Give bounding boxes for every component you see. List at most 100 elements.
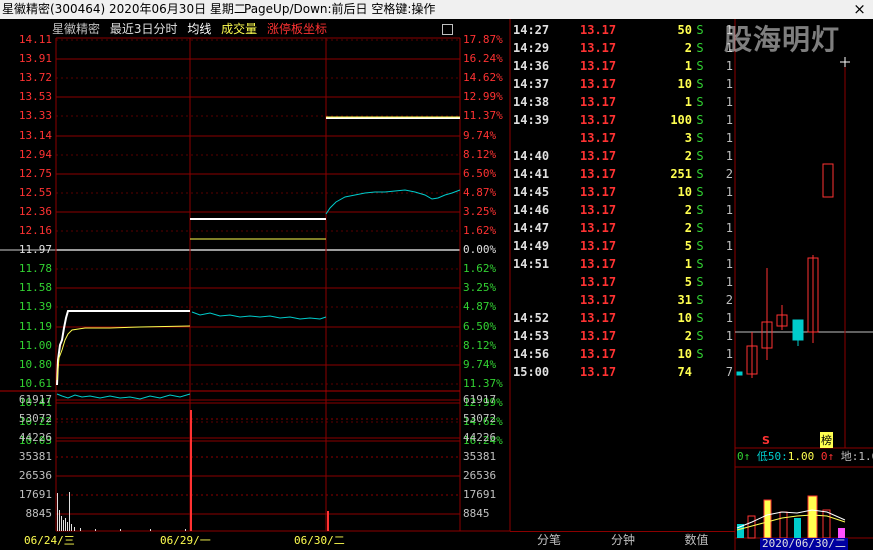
volume-label-right: 53072	[463, 412, 497, 425]
tick-volume: 100	[670, 113, 692, 127]
tick-volume: 2	[684, 149, 692, 163]
tick-volume: 1	[684, 59, 692, 73]
volume-label-right: 17691	[463, 488, 497, 501]
cyan-line-day1	[56, 393, 191, 400]
price-line-day1	[56, 310, 190, 386]
tick-price: 13.17	[580, 77, 617, 91]
stat-low: 低50	[756, 450, 782, 463]
pct-label: 6.50%	[463, 167, 497, 180]
tick-volume: 74	[677, 365, 692, 379]
tick-price: 13.17	[580, 293, 617, 307]
tick-volume: 50	[677, 23, 692, 37]
tick-time: 14:29	[513, 41, 550, 55]
tick-count: 1	[725, 257, 733, 271]
price-label: 13.33	[18, 109, 52, 122]
kline-candles	[736, 163, 834, 378]
tick-price: 13.17	[580, 257, 617, 271]
chart-graphics	[0, 19, 873, 550]
stat-di: 地	[840, 450, 852, 463]
cyan-line-day3	[325, 189, 461, 215]
tab-minute[interactable]: 分钟	[588, 531, 658, 550]
tick-price: 13.17	[580, 41, 617, 55]
tick-volume: 2	[684, 203, 692, 217]
tick-side: S	[696, 167, 704, 181]
tick-price: 13.17	[580, 347, 617, 361]
pct-label: 11.37%	[463, 377, 503, 390]
tick-side: S	[696, 329, 704, 343]
tick-time: 14:56	[513, 347, 550, 361]
price-label: 11.39	[18, 300, 52, 313]
price-label: 11.19	[18, 320, 52, 333]
pct-label: 16.24%	[463, 52, 503, 65]
tick-side: S	[696, 113, 704, 127]
tab-values[interactable]: 数值	[658, 531, 735, 550]
volume-label-left: 26536	[18, 469, 52, 482]
volume-label-right: 35381	[463, 450, 497, 463]
stat-zero: 0	[737, 450, 744, 463]
tick-side: S	[696, 239, 704, 253]
tick-volume: 31	[677, 293, 692, 307]
tick-volume: 5	[684, 275, 692, 289]
price-label: 12.16	[18, 224, 52, 237]
tick-price: 13.17	[580, 131, 617, 145]
tick-price: 13.17	[580, 239, 617, 253]
tick-count: 1	[725, 59, 733, 73]
price-label: 12.75	[18, 167, 52, 180]
tick-time: 14:47	[513, 221, 550, 235]
tick-time: 14:36	[513, 59, 550, 73]
tick-volume: 10	[677, 77, 692, 91]
tick-price: 13.17	[580, 203, 617, 217]
pct-label: 12.99%	[463, 90, 503, 103]
volume-label-left: 61917	[18, 393, 52, 406]
tick-count: 1	[725, 203, 733, 217]
tick-side: S	[696, 77, 704, 91]
arrow-up-icon-2: ↑	[827, 450, 835, 463]
tick-count: 1	[725, 329, 733, 343]
volume-bars	[57, 492, 186, 531]
tick-count: 1	[725, 149, 733, 163]
tick-volume: 5	[684, 239, 692, 253]
pct-label: 1.62%	[463, 224, 497, 237]
watermark: 股海明灯	[724, 23, 841, 56]
price-label: 13.72	[18, 71, 52, 84]
tick-count: 1	[725, 77, 733, 91]
tick-price: 13.17	[580, 365, 617, 379]
price-label: 13.14	[18, 129, 52, 142]
tick-time: 14:27	[513, 23, 550, 37]
tick-list[interactable]: 14:27 13.17 50 S 1 14:29 13.17 2 S 1 14:36 13.17 1 S 1…	[510, 20, 735, 530]
tick-volume: 10	[677, 347, 692, 361]
tick-count: 1	[725, 113, 733, 127]
tick-side: S	[696, 185, 704, 199]
tick-price: 13.17	[580, 221, 617, 235]
pct-label: 8.12%	[463, 148, 497, 161]
tick-side: S	[696, 131, 704, 145]
price-label: 11.58	[18, 281, 52, 294]
tab-tick-trades[interactable]: 分笔	[510, 531, 588, 550]
tick-volume: 10	[677, 185, 692, 199]
date-label-1: 06/24/三	[24, 534, 75, 547]
pct-label: 4.87%	[463, 300, 497, 313]
tick-count: 1	[725, 95, 733, 109]
pct-label: 1.62%	[463, 262, 497, 275]
stat-di-value: 1.00	[858, 450, 873, 463]
tick-volume: 3	[684, 131, 692, 145]
stat-up: 0	[820, 450, 828, 463]
pct-label: 0.00%	[463, 243, 497, 256]
tick-side: S	[696, 41, 704, 55]
tick-side: S	[696, 293, 704, 307]
tick-time: 14:52	[513, 311, 550, 325]
tick-time: 14:46	[513, 203, 550, 217]
tick-side: S	[696, 257, 704, 271]
tick-volume: 1	[684, 95, 692, 109]
tick-time: 14:39	[513, 113, 550, 127]
avg-line-day1	[56, 325, 191, 381]
tick-time: 15:00	[513, 365, 550, 379]
tick-volume: 2	[684, 221, 692, 235]
arrow-up-icon: ↑	[743, 450, 751, 463]
tick-side: S	[696, 149, 704, 163]
price-label: 12.55	[18, 186, 52, 199]
tick-price: 13.17	[580, 113, 617, 127]
price-label: 10.80	[18, 358, 52, 371]
kline-date-label: 2020/06/30/二	[760, 537, 848, 550]
tick-count: 2	[725, 167, 733, 181]
